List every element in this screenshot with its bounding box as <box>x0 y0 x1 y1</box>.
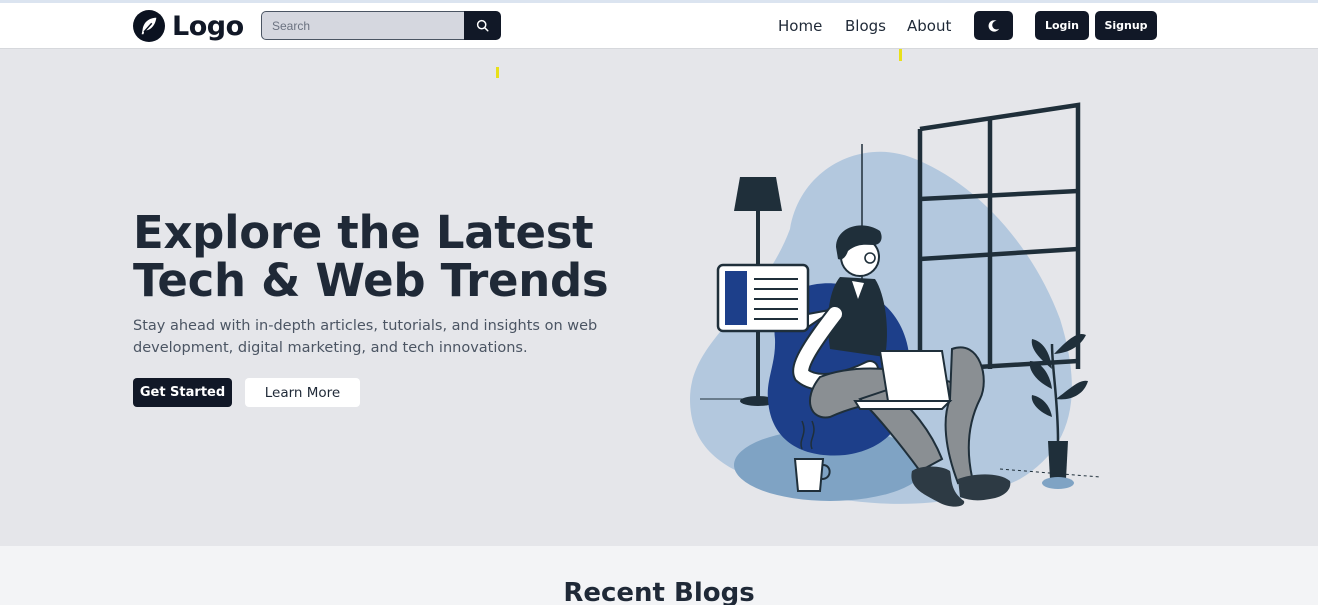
recent-blogs-title: Recent Blogs <box>563 578 755 605</box>
hero-title: Explore the Latest Tech & Web Trends <box>133 206 609 307</box>
moon-icon <box>988 19 999 32</box>
search-button[interactable] <box>464 11 501 40</box>
recent-blogs-section: Recent Blogs <box>0 546 1318 605</box>
logo-link[interactable]: Logo <box>133 9 244 43</box>
sparkle-decoration <box>899 49 902 61</box>
nav-link-blogs[interactable]: Blogs <box>845 17 886 35</box>
login-button[interactable]: Login <box>1035 11 1089 40</box>
sparkle-decoration <box>496 67 499 78</box>
hero-illustration <box>690 102 1101 507</box>
signup-button[interactable]: Signup <box>1095 11 1157 40</box>
learn-more-button[interactable]: Learn More <box>245 378 360 407</box>
search-bar <box>261 11 501 40</box>
search-input[interactable] <box>261 11 464 40</box>
get-started-button[interactable]: Get Started <box>133 378 232 407</box>
nav-link-about[interactable]: About <box>907 17 951 35</box>
search-icon <box>476 19 489 32</box>
hero-subtitle: Stay ahead with in-depth articles, tutor… <box>133 318 598 356</box>
navbar: Logo Home Blogs About Login Signup <box>0 0 1318 49</box>
nav-link-home[interactable]: Home <box>778 17 822 35</box>
logo-text: Logo <box>172 10 244 42</box>
feather-icon <box>133 10 165 42</box>
hero-section: Explore the Latest Tech & Web Trends Sta… <box>0 49 1318 546</box>
theme-toggle-button[interactable] <box>974 11 1013 40</box>
